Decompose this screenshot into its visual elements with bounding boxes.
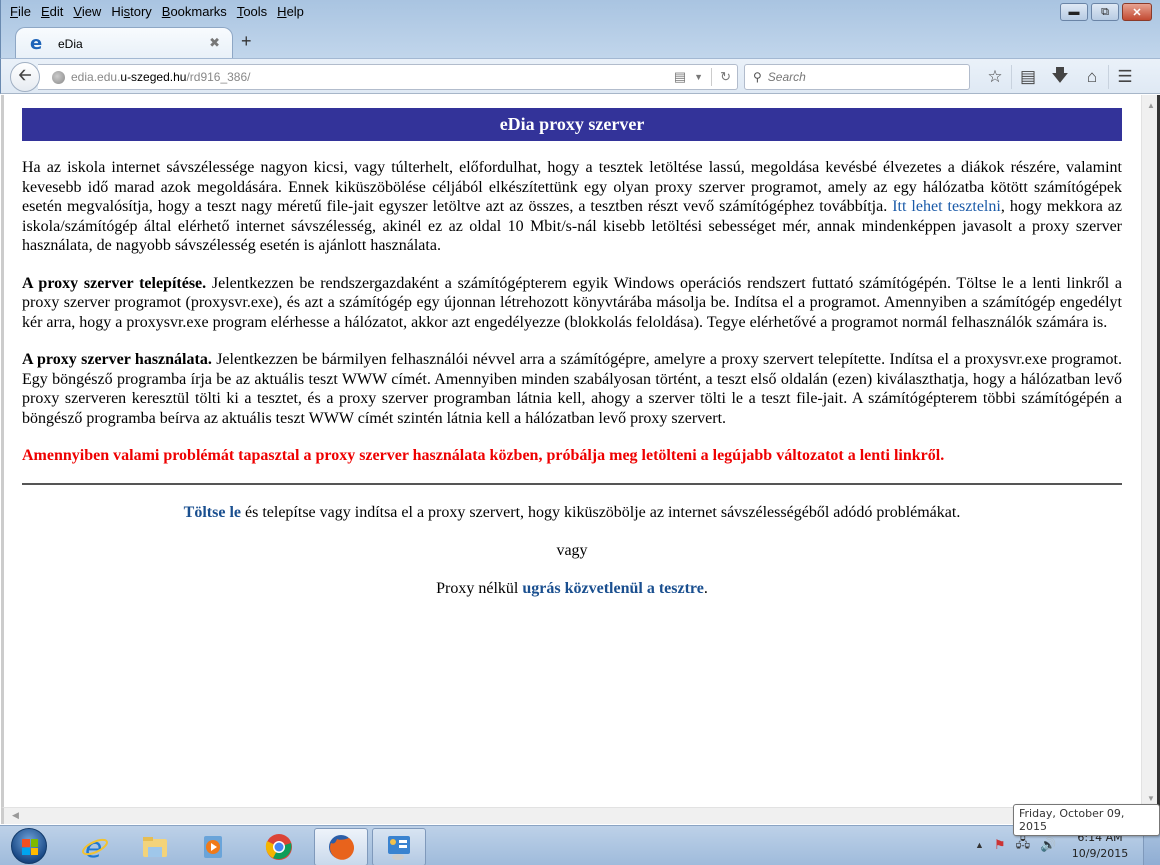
taskbar-control-panel[interactable]: [372, 828, 426, 865]
speed-test-link[interactable]: Itt lehet tesztelni: [892, 198, 1001, 215]
close-icon: ✕: [1132, 6, 1142, 19]
menu-bar: File Edit View History Bookmarks Tools H…: [5, 2, 309, 22]
home-icon[interactable]: ⌂: [1076, 67, 1108, 87]
internet-explorer-icon: e: [82, 833, 108, 861]
divider: [22, 483, 1122, 485]
window-controls: ▬ ⧉ ✕: [1060, 3, 1152, 21]
download-link[interactable]: Töltse le: [184, 504, 241, 521]
back-arrow-icon: 🡠: [18, 66, 32, 84]
taskbar-internet-explorer[interactable]: e: [68, 828, 122, 865]
menu-view[interactable]: View: [68, 2, 106, 22]
minimize-button[interactable]: ▬: [1060, 3, 1088, 21]
svg-text:e: e: [85, 833, 102, 861]
folder-icon: [143, 837, 167, 857]
dropdown-arrow-icon[interactable]: ▼: [694, 72, 703, 82]
action-center-flag-icon[interactable]: ⚑: [994, 837, 1006, 853]
taskbar: e ▲ ⚑ 🖧 🔊 6:14 AM 10/9/2015: [0, 825, 1160, 865]
tab-edia[interactable]: e eDia ✖: [15, 27, 233, 59]
page-title-banner: eDia proxy szerver: [22, 108, 1122, 141]
toolbar-icons: ☆ ▤ 🡇 ⌂ ☰: [979, 65, 1141, 89]
volume-icon[interactable]: 🔊: [1040, 837, 1056, 853]
direct-test-link[interactable]: ugrás közvetlenül a tesztre: [522, 580, 703, 597]
menu-edit[interactable]: Edit: [36, 2, 68, 22]
reader-view-icon[interactable]: ▤: [674, 69, 686, 85]
warning-message: Amennyiben valami problémát tapasztal a …: [22, 447, 945, 464]
reading-list-icon[interactable]: ▤: [1012, 67, 1044, 87]
install-paragraph: A proxy szerver telepítése. Jelentkezzen…: [22, 274, 1122, 333]
intro-paragraph: Ha az iskola internet sávszélessége nagy…: [22, 158, 1122, 256]
menu-bookmarks[interactable]: Bookmarks: [157, 2, 232, 22]
scroll-up-icon[interactable]: ▲: [1147, 101, 1155, 110]
windows-logo-icon: [22, 839, 38, 855]
direct-before: Proxy nélkül: [436, 580, 523, 597]
browser-titlebar: File Edit View History Bookmarks Tools H…: [0, 0, 1160, 62]
close-window-button[interactable]: ✕: [1122, 3, 1152, 21]
url-host-prefix: edia.edu.: [71, 70, 121, 84]
usage-heading: A proxy szerver használata.: [22, 351, 212, 368]
control-panel-icon: [388, 836, 410, 860]
scroll-left-icon[interactable]: ◀: [12, 810, 19, 821]
menu-tools[interactable]: Tools: [232, 2, 272, 22]
search-input[interactable]: ⚲ Search: [744, 64, 970, 90]
page-content: eDia proxy szerver Ha az iskola internet…: [1, 95, 1141, 807]
search-icon: ⚲: [753, 70, 762, 84]
url-bar[interactable]: edia.edu. u-szeged.hu/rd916_386/ ▤ ▼ ↻: [38, 64, 738, 90]
direct-line: Proxy nélkül ugrás közvetlenül a tesztre…: [22, 579, 1122, 599]
navigation-toolbar: edia.edu. u-szeged.hu/rd916_386/ ▤ ▼ ↻ 🡠 …: [0, 58, 1160, 94]
download-line: Töltse le és telepítse vagy indítsa el a…: [22, 503, 1122, 523]
url-path: /rd916_386/: [186, 70, 251, 84]
taskbar-firefox[interactable]: [314, 828, 368, 865]
tab-title: eDia: [58, 36, 83, 51]
media-player-icon: [204, 836, 222, 858]
system-tray: ▲ ⚑ 🖧 🔊: [975, 834, 1056, 856]
globe-icon: [52, 70, 65, 84]
direct-after: .: [703, 580, 708, 597]
url-domain: u-szeged.hu: [120, 70, 187, 84]
downloads-icon[interactable]: 🡇: [1044, 63, 1076, 92]
or-label: vagy: [556, 542, 588, 559]
menu-file[interactable]: File: [5, 2, 36, 22]
minimize-icon: ▬: [1068, 6, 1080, 18]
date-tooltip: Friday, October 09, 2015: [1013, 804, 1160, 836]
taskbar-media-player[interactable]: [186, 828, 240, 865]
new-tab-button[interactable]: +: [241, 31, 252, 52]
ie-e-icon: e: [30, 32, 43, 54]
taskbar-chrome[interactable]: [252, 828, 306, 865]
install-heading: A proxy szerver telepítése.: [22, 274, 207, 292]
tab-close-icon[interactable]: ✖: [209, 35, 220, 51]
restore-button[interactable]: ⧉: [1091, 3, 1119, 21]
download-text: és telepítse vagy indítsa el a proxy sze…: [241, 504, 961, 521]
reload-icon[interactable]: ↻: [720, 69, 731, 85]
network-icon[interactable]: 🖧: [1016, 834, 1031, 856]
scroll-down-icon[interactable]: ▼: [1147, 794, 1155, 803]
bookmark-star-icon[interactable]: ☆: [979, 67, 1011, 87]
search-placeholder: Search: [767, 70, 806, 84]
clock-date: 10/9/2015: [1071, 847, 1129, 860]
usage-paragraph: A proxy szerver használata. Jelentkezzen…: [22, 350, 1122, 428]
start-button[interactable]: [11, 828, 47, 864]
taskbar-windows-explorer[interactable]: [128, 828, 182, 865]
restore-icon: ⧉: [1101, 5, 1109, 18]
back-button[interactable]: 🡠: [10, 62, 40, 92]
menu-help[interactable]: Help: [272, 2, 309, 22]
menu-history[interactable]: History: [106, 2, 156, 22]
horizontal-scrollbar[interactable]: ◀: [1, 807, 1141, 824]
firefox-icon: [329, 835, 355, 860]
chrome-icon: [265, 834, 292, 860]
menu-icon[interactable]: ☰: [1109, 67, 1141, 87]
show-hidden-icons[interactable]: ▲: [975, 840, 984, 850]
